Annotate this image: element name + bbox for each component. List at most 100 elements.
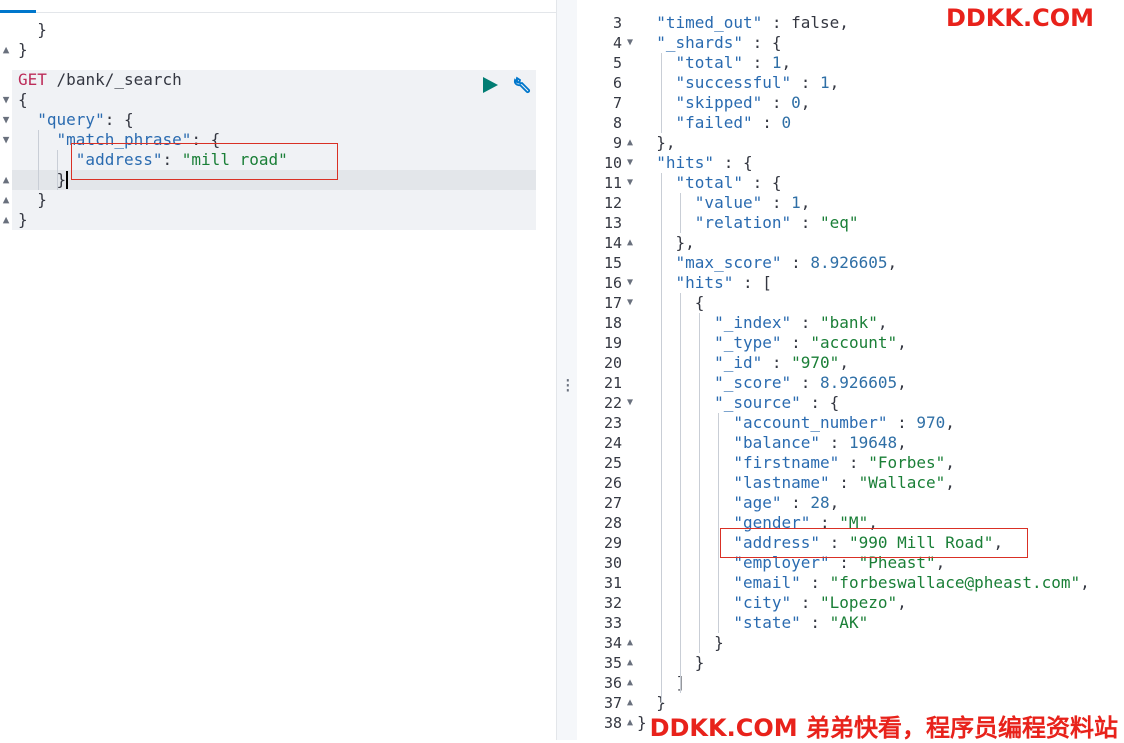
- fold-gutter: [0, 20, 12, 40]
- line-number: 16: [603, 274, 622, 292]
- line-number: 38: [603, 714, 622, 732]
- response-line-text: "hits" : [: [675, 273, 772, 292]
- response-line-text: "total" : {: [675, 173, 782, 192]
- line-number: 13: [603, 214, 622, 232]
- line-number: 6: [612, 74, 622, 92]
- request-body-line[interactable]: ▼{: [0, 90, 556, 110]
- line-number: 14: [603, 234, 622, 252]
- fold-gutter: [0, 150, 12, 170]
- text-cursor: [66, 171, 68, 189]
- request-body-line[interactable]: ▲}: [0, 210, 556, 230]
- response-line: 13 "relation" : "eq": [577, 213, 1124, 233]
- watermark-top: DDKK.COM: [945, 4, 1094, 32]
- line-number: 33: [603, 614, 622, 632]
- request-prev-line[interactable]: }: [0, 20, 556, 40]
- request-body-line[interactable]: ▼ "query": {: [0, 110, 556, 130]
- response-line: 36 ▲ ]: [577, 673, 1124, 693]
- response-line-text: "value" : 1,: [694, 193, 811, 212]
- fold-toggle-icon[interactable]: ▲: [625, 673, 635, 693]
- response-line: 33 "state" : "AK": [577, 613, 1124, 633]
- fold-toggle-icon[interactable]: ▲: [625, 133, 635, 153]
- response-line: 7 "skipped" : 0,: [577, 93, 1124, 113]
- fold-toggle-icon[interactable]: ▲: [625, 713, 635, 733]
- indent-guide: [57, 150, 58, 190]
- line-number: 20: [603, 354, 622, 372]
- line-number: 10: [603, 154, 622, 172]
- response-line-text: "lastname" : "Wallace",: [733, 473, 955, 492]
- line-number: 19: [603, 334, 622, 352]
- fold-toggle-icon[interactable]: ▼: [625, 393, 635, 413]
- fold-toggle-icon[interactable]: ▼: [625, 173, 635, 193]
- response-line-text: },: [637, 233, 695, 252]
- line-number: 29: [603, 534, 622, 552]
- line-number: 5: [612, 54, 622, 72]
- response-line: 4 ▼ "_shards" : {: [577, 33, 1124, 53]
- fold-toggle-icon[interactable]: ▲: [0, 170, 12, 190]
- request-body-line[interactable]: ▲ }: [0, 190, 556, 210]
- fold-toggle-icon[interactable]: ▲: [0, 210, 12, 230]
- response-line-text: "successful" : 1,: [675, 73, 840, 92]
- line-number: 12: [603, 194, 622, 212]
- fold-toggle-icon[interactable]: ▼: [0, 90, 12, 110]
- request-settings-button[interactable]: [512, 74, 534, 96]
- response-line: 6 "successful" : 1,: [577, 73, 1124, 93]
- fold-toggle-icon[interactable]: ▲: [0, 190, 12, 210]
- request-line-text: }: [18, 20, 47, 39]
- request-prev-line[interactable]: ▲}: [0, 40, 556, 60]
- response-line: 25 "firstname" : "Forbes",: [577, 453, 1124, 473]
- fold-toggle-icon[interactable]: ▼: [625, 153, 635, 173]
- response-line-text: "_shards" : {: [656, 33, 782, 52]
- request-line-text: }: [18, 170, 67, 189]
- fold-toggle-icon[interactable]: ▼: [625, 293, 635, 313]
- line-number: 3: [612, 14, 622, 32]
- line-number: 18: [603, 314, 622, 332]
- fold-toggle-icon[interactable]: ▲: [625, 633, 635, 653]
- pane-resize-splitter[interactable]: · · ·: [556, 0, 578, 740]
- line-number: 34: [603, 634, 622, 652]
- response-line: 24 "balance" : 19648,: [577, 433, 1124, 453]
- response-line-text: "relation" : "eq": [694, 213, 859, 232]
- indent-guide: [38, 130, 39, 190]
- line-number: 9: [612, 134, 622, 152]
- fold-toggle-icon[interactable]: ▼: [625, 273, 635, 293]
- response-line-text: "_score" : 8.926605,: [714, 373, 907, 392]
- line-number: 27: [603, 494, 622, 512]
- fold-toggle-icon[interactable]: ▲: [625, 653, 635, 673]
- response-line-text: "timed_out" : false,: [656, 13, 849, 32]
- line-number: 4: [612, 34, 622, 52]
- response-line: 14 ▲ },: [577, 233, 1124, 253]
- request-editor-pane[interactable]: } ▲} GET /bank/_search ▼{▼ "query": {▼ "mat…: [0, 0, 556, 740]
- request-line-text: }: [18, 40, 28, 59]
- play-icon: [483, 77, 498, 93]
- line-number: 36: [603, 674, 622, 692]
- response-line: 9 ▲ },: [577, 133, 1124, 153]
- response-line-text: "hits" : {: [656, 153, 753, 172]
- fold-toggle-icon[interactable]: ▲: [0, 40, 12, 60]
- fold-toggle-icon[interactable]: ▲: [625, 693, 635, 713]
- response-viewer-pane[interactable]: 3 "timed_out" : false, 4 ▼ "_shards" : {5 …: [577, 0, 1124, 740]
- line-number: 21: [603, 374, 622, 392]
- request-line-text: "query": {: [37, 110, 134, 129]
- response-line: 20 "_id" : "970",: [577, 353, 1124, 373]
- request-method-line[interactable]: GET /bank/_search: [0, 70, 556, 90]
- run-request-button[interactable]: [481, 76, 499, 94]
- fold-toggle-icon[interactable]: ▼: [0, 110, 12, 130]
- fold-toggle-icon[interactable]: ▼: [0, 130, 12, 150]
- active-tab-indicator: [0, 10, 36, 13]
- response-line: 10 ▼ "hits" : {: [577, 153, 1124, 173]
- response-line-text: "_index" : "bank",: [714, 313, 888, 332]
- fold-toggle-icon[interactable]: ▲: [625, 233, 635, 253]
- line-number: 24: [603, 434, 622, 452]
- response-line: 18 "_index" : "bank",: [577, 313, 1124, 333]
- response-address-highlight: [720, 528, 1028, 558]
- line-number: 28: [603, 514, 622, 532]
- response-line: 32 "city" : "Lopezo",: [577, 593, 1124, 613]
- response-line: 11 ▼ "total" : {: [577, 173, 1124, 193]
- response-line-text: "_id" : "970",: [714, 353, 849, 372]
- editor-tab-bar: [0, 0, 556, 13]
- fold-toggle-icon[interactable]: ▼: [625, 33, 635, 53]
- response-line: 34 ▲ }: [577, 633, 1124, 653]
- line-number: 35: [603, 654, 622, 672]
- line-number: 23: [603, 414, 622, 432]
- response-line: 21 "_score" : 8.926605,: [577, 373, 1124, 393]
